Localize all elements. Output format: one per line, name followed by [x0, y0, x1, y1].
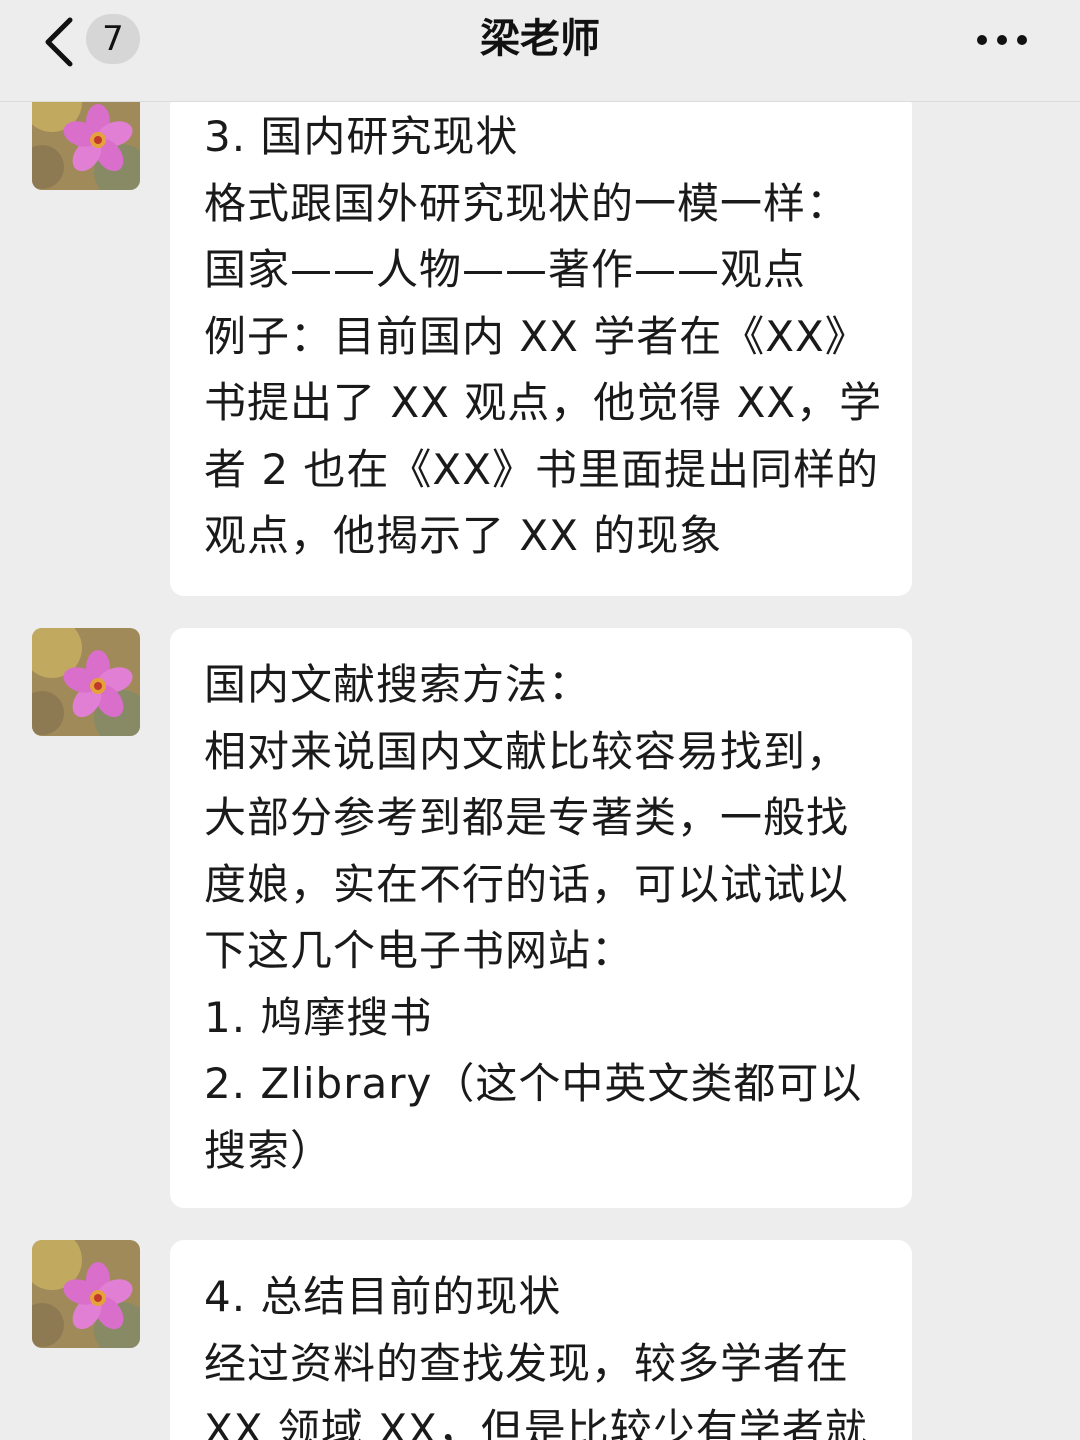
- message-line: 书提出了 XX 观点，他觉得 XX，学: [204, 378, 882, 427]
- flower-avatar: [32, 102, 140, 190]
- message-bubble[interactable]: 3. 国内研究现状 格式跟国外研究现状的一模一样： 国家——人物——著作——观点…: [170, 102, 912, 596]
- message-line: 下这几个电子书网站：: [204, 926, 635, 975]
- message-bubble[interactable]: 4. 总结目前的现状 经过资料的查找发现，较多学者在 XX 领域 XX，但是比较…: [170, 1240, 912, 1440]
- message-line: 国内文献搜索方法：: [204, 660, 592, 709]
- flower-avatar: [32, 628, 140, 736]
- unread-badge[interactable]: 7: [86, 14, 140, 64]
- message-line: 搜索）: [204, 1125, 334, 1175]
- message-line: 相对来说国内文献比较容易找到，: [204, 726, 850, 776]
- sender-avatar[interactable]: [32, 102, 140, 190]
- message-line: 经过资料的查找发现，较多学者在: [204, 1338, 850, 1388]
- more-horizontal-icon: [977, 35, 1027, 45]
- message-line: 例子：目前国内 XX 学者在《XX》: [204, 311, 868, 361]
- message-bubble[interactable]: 国内文献搜索方法： 相对来说国内文献比较容易找到， 大部分参考到都是专著类，一般…: [170, 628, 912, 1208]
- chat-header: 7 梁老师: [0, 0, 1080, 102]
- flower-avatar: [32, 1240, 140, 1348]
- message-line: 观点，他揭示了 XX 的现象: [204, 511, 723, 560]
- message-line: 大部分参考到都是专著类，一般找: [204, 793, 850, 842]
- message-line: 2. Zlibrary（这个中英文类都可以: [204, 1059, 863, 1108]
- chat-title: 梁老师: [480, 16, 600, 62]
- chat-area[interactable]: 3. 国内研究现状 格式跟国外研究现状的一模一样： 国家——人物——著作——观点…: [0, 102, 1080, 1440]
- message-line: 者 2 也在《XX》书里面提出同样的: [204, 444, 879, 494]
- chevron-left-icon: [45, 17, 73, 67]
- message-line: 3. 国内研究现状: [204, 112, 519, 161]
- message-line: 4. 总结目前的现状: [204, 1272, 562, 1321]
- message-line: 国家——人物——著作——观点: [204, 245, 807, 294]
- sender-avatar[interactable]: [32, 628, 140, 736]
- message-line: 度娘，实在不行的话，可以试试以: [204, 859, 850, 909]
- message-line: 格式跟国外研究现状的一模一样：: [204, 178, 850, 228]
- sender-avatar[interactable]: [32, 1240, 140, 1348]
- back-button[interactable]: [40, 16, 84, 68]
- message-line: 1. 鸠摩搜书: [204, 992, 433, 1042]
- message-line: XX 领域 XX，但是比较少有学者就: [204, 1405, 868, 1440]
- more-button[interactable]: [970, 20, 1034, 60]
